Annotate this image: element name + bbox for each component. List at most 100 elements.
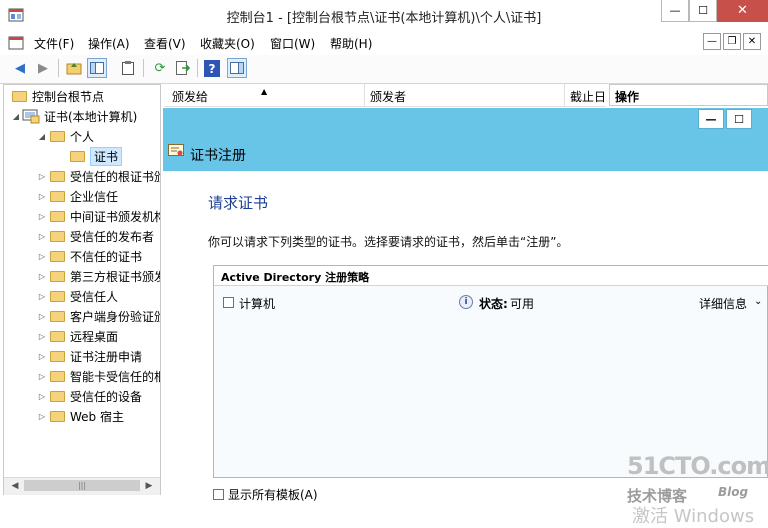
tree-folder-label: 受信任的设备 xyxy=(70,389,143,404)
window-title: 控制台1 - [控制台根节点\证书(本地计算机)\个人\证书] xyxy=(226,11,542,26)
column-divider[interactable] xyxy=(564,84,565,106)
folder-icon xyxy=(50,190,65,202)
tree-personal[interactable]: ◢ 个人 xyxy=(36,126,94,146)
column-issued-to[interactable]: 颁发给 xyxy=(172,88,208,105)
tree-folder[interactable]: ▷ 受信任的发布者 xyxy=(36,226,154,246)
column-issued-by[interactable]: 颁发者 xyxy=(370,88,406,105)
expand-chevron-icon[interactable]: ▷ xyxy=(36,352,48,361)
refresh-icon[interactable]: ⟳ xyxy=(150,58,170,78)
show-action-pane-icon[interactable] xyxy=(227,58,247,78)
page-title: 请求证书 xyxy=(208,194,269,212)
expand-chevron-icon[interactable]: ▷ xyxy=(36,212,48,221)
tree-folder[interactable]: ▷ 客户端身份验证颁 xyxy=(36,306,160,326)
expand-chevron-icon[interactable]: ▷ xyxy=(36,172,48,181)
scrollbar-thumb[interactable]: ||| xyxy=(24,480,140,491)
watermark-blog-tag: Blog xyxy=(718,485,749,499)
dialog-title-bar[interactable] xyxy=(163,108,768,131)
tree-personal-certificates[interactable]: 证书 xyxy=(68,146,123,166)
info-icon: i xyxy=(459,295,473,309)
tree-folder[interactable]: ▷ 证书注册申请 xyxy=(36,346,142,366)
dialog-minimize-button[interactable]: — xyxy=(698,109,724,129)
menu-view[interactable]: 查看(V) xyxy=(144,35,186,52)
show-all-templates-label[interactable]: 显示所有模板(A) xyxy=(228,486,318,503)
chevron-down-icon[interactable]: ⌄ xyxy=(754,296,762,307)
show-tree-icon[interactable] xyxy=(87,58,107,78)
toolbar-separator xyxy=(58,59,59,77)
policy-title: Active Directory 注册策略 xyxy=(221,271,370,284)
mdi-restore-button[interactable]: ❐ xyxy=(723,33,741,50)
dialog-maximize-button[interactable]: ☐ xyxy=(726,109,752,129)
menu-favorites[interactable]: 收藏夹(O) xyxy=(200,35,255,52)
tree-folder[interactable]: ▷ 中间证书颁发机构 xyxy=(36,206,161,226)
properties-icon[interactable] xyxy=(118,58,138,78)
help-icon[interactable]: ? xyxy=(204,60,220,77)
column-divider[interactable] xyxy=(364,84,365,106)
menu-window[interactable]: 窗口(W) xyxy=(270,35,315,52)
expand-chevron-icon[interactable]: ▷ xyxy=(36,332,48,341)
computer-template-checkbox[interactable] xyxy=(223,297,234,308)
folder-icon xyxy=(50,250,65,262)
tree-folder[interactable]: ▷ Web 宿主 xyxy=(36,406,124,426)
tree-folder-label: 受信任人 xyxy=(70,289,119,304)
column-expiry[interactable]: 截止日 xyxy=(570,88,606,105)
minimize-button[interactable]: — xyxy=(661,0,689,22)
expand-chevron-icon[interactable]: ▷ xyxy=(36,232,48,241)
expand-chevron-icon[interactable]: ▷ xyxy=(36,272,48,281)
folder-icon xyxy=(50,310,65,322)
tree-folder[interactable]: ▷ 受信任的设备 xyxy=(36,386,142,406)
collapse-chevron-icon[interactable]: ◢ xyxy=(36,132,48,141)
expand-chevron-icon[interactable]: ▷ xyxy=(36,372,48,381)
tree-folder[interactable]: ▷ 不信任的证书 xyxy=(36,246,142,266)
up-folder-icon[interactable] xyxy=(64,58,84,78)
dialog-header xyxy=(163,131,768,171)
toolbar-separator xyxy=(143,59,144,77)
expand-chevron-icon[interactable]: ▷ xyxy=(36,312,48,321)
computer-template-label[interactable]: 计算机 xyxy=(239,295,275,312)
show-all-templates-checkbox[interactable] xyxy=(213,489,224,500)
dialog-header-title: 证书注册 xyxy=(190,148,246,164)
certificate-icon xyxy=(168,144,184,156)
toolbar: ◀ ▶ ⟳ ? xyxy=(0,55,768,84)
sort-ascending-icon: ▲ xyxy=(261,87,268,96)
scroll-left-icon[interactable]: ◀ xyxy=(8,477,22,494)
expand-chevron-icon[interactable]: ▷ xyxy=(36,292,48,301)
folder-icon xyxy=(50,410,65,422)
mdi-close-button[interactable]: ✕ xyxy=(743,33,761,50)
tree-cert-store[interactable]: ◢ 证书(本地计算机) xyxy=(10,106,137,126)
page-description: 你可以请求下列类型的证书。选择要请求的证书，然后单击“注册”。 xyxy=(208,235,569,249)
expand-chevron-icon[interactable]: ▷ xyxy=(36,412,48,421)
menu-help[interactable]: 帮助(H) xyxy=(330,35,372,52)
export-list-icon[interactable] xyxy=(173,58,193,78)
status-value: 可用 xyxy=(510,297,535,311)
tree-folder[interactable]: ▷ 受信任人 xyxy=(36,286,118,306)
tree-folder-label: 第三方根证书颁发 xyxy=(70,269,161,284)
menu-file[interactable]: 文件(F) xyxy=(34,35,74,52)
close-button[interactable]: ✕ xyxy=(717,0,768,22)
menu-action[interactable]: 操作(A) xyxy=(88,35,130,52)
tree-folder[interactable]: ▷ 受信任的根证书颁 xyxy=(36,166,161,186)
tree-folder[interactable]: ▷ 第三方根证书颁发 xyxy=(36,266,161,286)
folder-icon xyxy=(50,230,65,242)
expand-chevron-icon[interactable]: ▷ xyxy=(36,252,48,261)
mdi-minimize-button[interactable]: — xyxy=(703,33,721,50)
tree-folder-label: Web 宿主 xyxy=(70,409,124,424)
tree-folder[interactable]: ▷ 远程桌面 xyxy=(36,326,118,346)
expand-chevron-icon[interactable]: ▷ xyxy=(36,192,48,201)
tree-folder-label: 企业信任 xyxy=(70,189,119,204)
tree-folder-label: 中间证书颁发机构 xyxy=(70,209,161,224)
tree-folder[interactable]: ▷ 企业信任 xyxy=(36,186,118,206)
tree-root[interactable]: 控制台根节点 xyxy=(10,86,104,106)
folder-open-icon xyxy=(70,150,85,162)
expand-chevron-icon[interactable]: ▷ xyxy=(36,392,48,401)
back-arrow-icon[interactable]: ◀ xyxy=(10,58,30,78)
tree-folder[interactable]: ▷ 智能卡受信任的根 xyxy=(36,366,161,386)
forward-arrow-icon[interactable]: ▶ xyxy=(33,58,53,78)
details-link[interactable]: 详细信息 xyxy=(699,295,747,312)
folder-icon xyxy=(50,290,65,302)
maximize-button[interactable]: ☐ xyxy=(689,0,717,22)
tree-folder-label: 受信任的根证书颁 xyxy=(70,169,161,184)
collapse-chevron-icon[interactable]: ◢ xyxy=(10,112,22,121)
scroll-right-icon[interactable]: ▶ xyxy=(142,477,156,494)
tree-folder-label: 智能卡受信任的根 xyxy=(70,369,161,384)
actions-label: 操作 xyxy=(615,90,640,104)
